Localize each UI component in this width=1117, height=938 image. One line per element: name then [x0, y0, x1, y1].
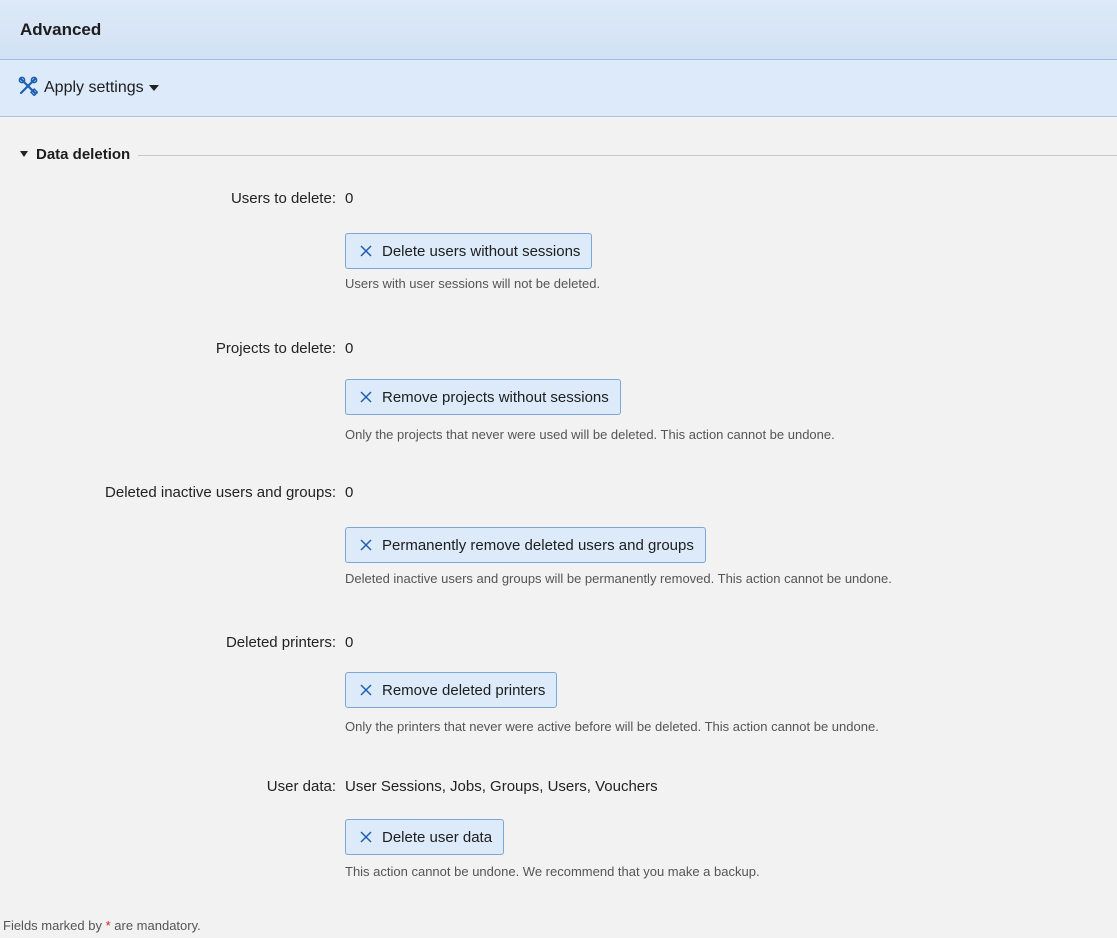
section-divider [138, 154, 1117, 156]
deleted-users-groups-label: Deleted inactive users and groups: [105, 484, 336, 501]
mandatory-fields-note: Fields marked by * are mandatory. [3, 918, 201, 933]
close-icon [360, 684, 372, 696]
footer-prefix: Fields marked by [3, 918, 106, 933]
remove-projects-hint: Only the projects that never were used w… [345, 427, 835, 442]
close-icon [360, 831, 372, 843]
collapse-triangle-icon [20, 151, 28, 157]
projects-to-delete-label: Projects to delete: [215, 340, 336, 357]
toolbar: Apply settings [0, 60, 1117, 117]
permanently-remove-users-groups-button[interactable]: Permanently remove deleted users and gro… [345, 527, 706, 563]
user-data-label: User data: [266, 778, 336, 795]
data-deletion-section-header[interactable]: Data deletion [20, 143, 1117, 165]
remove-printers-hint: Only the printers that never were active… [345, 719, 879, 734]
close-icon [360, 245, 372, 257]
tools-icon [18, 76, 44, 101]
close-icon [360, 539, 372, 551]
delete-user-data-hint: This action cannot be undone. We recomme… [345, 864, 760, 879]
deleted-users-groups-value: 0 [345, 484, 354, 501]
delete-user-data-button-label: Delete user data [382, 828, 493, 846]
section-title: Data deletion [36, 145, 131, 163]
apply-settings-button[interactable]: Apply settings [18, 75, 159, 101]
footer-suffix: are mandatory. [110, 918, 201, 933]
permanently-remove-hint: Deleted inactive users and groups will b… [345, 571, 892, 586]
deleted-printers-value: 0 [345, 634, 354, 651]
apply-settings-label: Apply settings [44, 79, 144, 96]
remove-printers-button-label: Remove deleted printers [382, 681, 546, 699]
permanently-remove-button-label: Permanently remove deleted users and gro… [382, 536, 694, 554]
users-to-delete-value: 0 [345, 190, 354, 207]
chevron-down-icon [148, 85, 159, 91]
users-to-delete-label: Users to delete: [230, 190, 336, 207]
delete-user-data-button[interactable]: Delete user data [345, 819, 505, 855]
delete-users-button-label: Delete users without sessions [382, 242, 581, 260]
remove-projects-button-label: Remove projects without sessions [382, 388, 609, 406]
remove-deleted-printers-button[interactable]: Remove deleted printers [345, 672, 558, 708]
projects-to-delete-value: 0 [345, 340, 354, 357]
user-data-value: User Sessions, Jobs, Groups, Users, Vouc… [345, 778, 658, 795]
remove-projects-button[interactable]: Remove projects without sessions [345, 379, 621, 415]
close-icon [360, 391, 372, 403]
delete-users-hint: Users with user sessions will not be del… [345, 276, 601, 291]
delete-users-button[interactable]: Delete users without sessions [345, 233, 593, 269]
deleted-printers-label: Deleted printers: [225, 634, 336, 651]
page-title: Advanced [20, 20, 102, 39]
title-bar: Advanced [0, 0, 1117, 60]
